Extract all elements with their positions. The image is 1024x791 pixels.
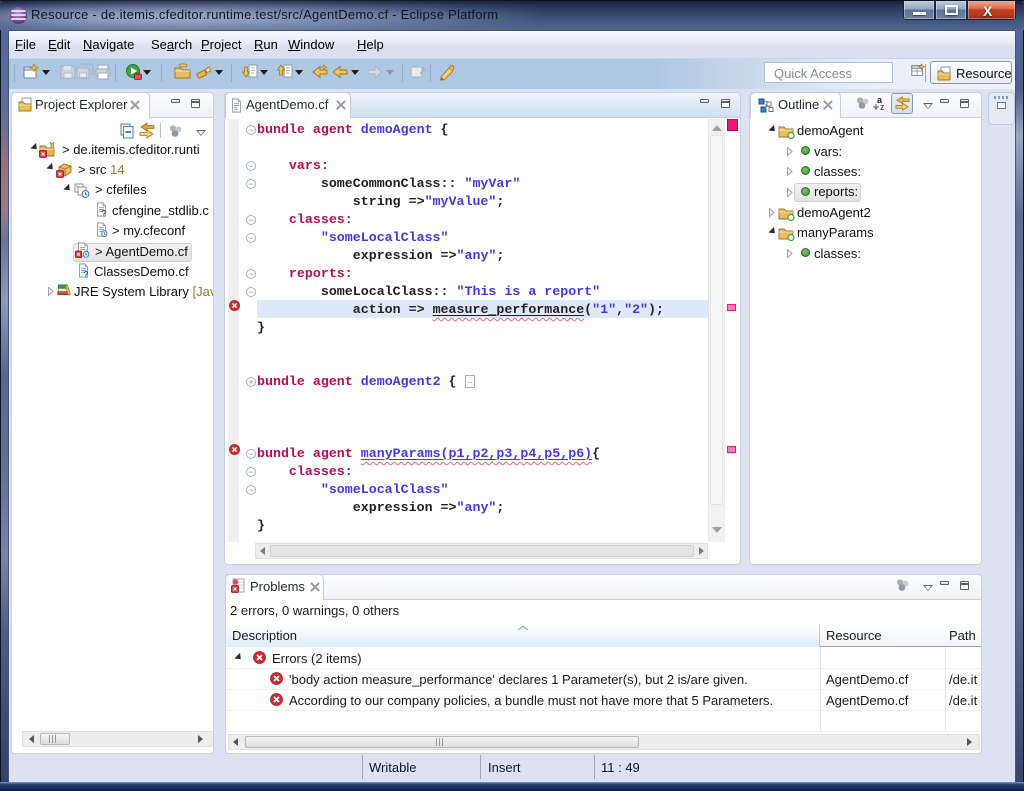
- svg-text:?: ?: [84, 269, 89, 278]
- svg-text:?: ?: [102, 208, 107, 217]
- svg-text:z: z: [880, 102, 885, 112]
